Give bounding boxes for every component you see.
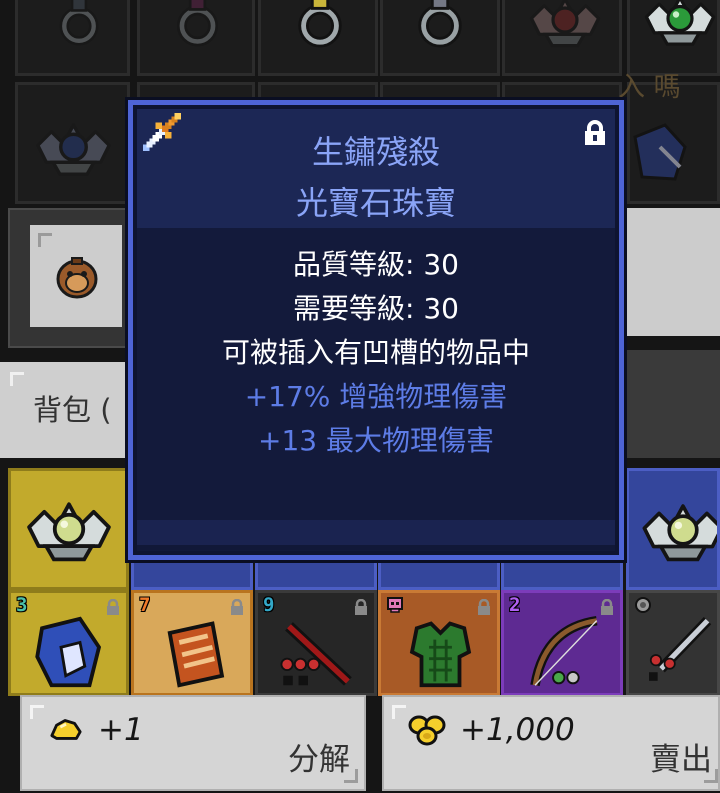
sword-icon (140, 110, 184, 154)
corner-bracket (392, 705, 406, 719)
pet-bag-icon (56, 257, 98, 299)
inventory-slot-jewel-3[interactable] (15, 82, 130, 204)
corner-bracket (30, 705, 44, 719)
item-name: 生鏽殘殺 (311, 133, 440, 171)
corner-bracket (10, 372, 24, 386)
sell-amount: +1,000 (460, 712, 575, 748)
ring-icon (59, 0, 99, 46)
socket-note: 可被插入有凹槽的物品中 (221, 336, 530, 369)
gold-nugget-icon (50, 719, 82, 740)
gold-coins-icon (408, 715, 446, 746)
tooltip-header: 生鏽殘殺 光寶石珠寶 (137, 109, 615, 228)
inventory-slot-ring-4[interactable] (380, 0, 500, 76)
salvage-button[interactable]: +1 分解 (20, 695, 366, 791)
lotus-jewel-icon (644, 0, 716, 46)
right-panel-card[interactable] (625, 208, 720, 336)
tooltip-footer (137, 520, 615, 545)
lotus-jewel-icon (27, 502, 111, 562)
tab-bag-label: 背包 ( (33, 393, 112, 427)
inventory-slot-ring-2[interactable] (137, 0, 255, 76)
item-type: 光寶石珠寶 (295, 184, 456, 222)
sell-button[interactable]: +1,000 賣出 (382, 695, 720, 791)
equipment-panel (8, 208, 130, 348)
lotus-jewel-icon (529, 0, 601, 48)
inventory-slot-item-3[interactable]: 9 (255, 590, 377, 696)
lotus-jewel-icon (642, 504, 717, 562)
inventory-slot-jewel-5[interactable] (626, 468, 720, 590)
item-mod: +13 最大物理傷害 (258, 424, 494, 457)
bow-icon (530, 615, 598, 687)
inventory-slot-item-1[interactable]: 3 (8, 590, 129, 696)
inventory-slot-jewel-4[interactable] (8, 468, 129, 590)
required-level: 需要等級: 30 (293, 292, 459, 325)
ring-icon (298, 0, 342, 48)
overlay-text: 入 嗎 (618, 72, 681, 103)
ring-icon (418, 0, 462, 48)
tooltip-body: 品質等級: 30 需要等級: 30 可被插入有凹槽的物品中 +17% 增強物理傷… (137, 228, 615, 520)
equipment-card[interactable] (30, 225, 122, 327)
lock-icon[interactable] (583, 120, 607, 146)
silver-sword-icon (649, 617, 712, 681)
tooltip-bottom-padding (137, 545, 615, 551)
salvage-amount: +1 (98, 712, 144, 748)
tooltip-content: 生鏽殘殺 光寶石珠寶 品質等級: 30 需要等級: 30 可被插入有凹槽的物品中… (137, 109, 615, 551)
corner-bracket (38, 233, 52, 247)
inventory-slot-item-5[interactable]: 2 (501, 590, 623, 696)
inventory-slot-item-6[interactable] (626, 590, 720, 696)
corner-bracket (344, 769, 358, 783)
sell-label: 賣出 (650, 742, 712, 778)
quality-level: 品質等級: 30 (293, 248, 459, 281)
ring-icon (176, 0, 219, 47)
inventory-slot-item-2[interactable]: 7 (131, 590, 253, 696)
item-tooltip: 生鏽殘殺 光寶石珠寶 品質等級: 30 需要等級: 30 可被插入有凹槽的物品中… (128, 100, 624, 560)
salvage-label: 分解 (288, 742, 350, 778)
lotus-jewel-icon (36, 123, 111, 176)
inventory-slot-ring-1[interactable] (15, 0, 130, 76)
inventory-slot-item-4[interactable] (378, 590, 500, 696)
inventory-slot-jewel-2[interactable] (627, 0, 720, 76)
armor-icon (409, 621, 472, 688)
right-panel-dark (625, 350, 720, 458)
corner-bracket (704, 769, 718, 783)
item-mod: +17% 增強物理傷害 (244, 380, 508, 413)
red-sword-icon (280, 622, 352, 686)
inventory-slot-jewel-1[interactable] (502, 0, 622, 76)
scroll-icon (167, 621, 225, 688)
hood-icon (35, 616, 102, 688)
figure-icon (633, 123, 687, 181)
inventory-slot-ring-3[interactable] (258, 0, 378, 76)
